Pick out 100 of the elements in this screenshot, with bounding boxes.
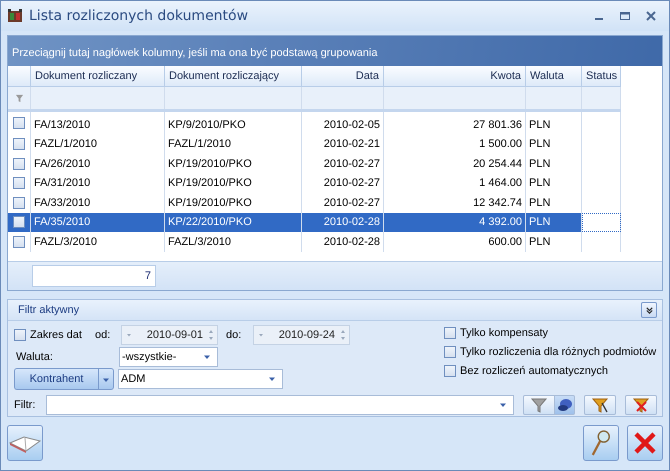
close-button[interactable] xyxy=(627,425,663,461)
table-cell: 1 464.00 xyxy=(479,177,522,190)
table-cell: 20 254.44 xyxy=(473,158,522,170)
window-title: Lista rozliczonych dokumentów xyxy=(29,8,250,24)
column-header[interactable]: Dokument rozliczający xyxy=(164,66,302,86)
table-cell: FAZL/1/2010 xyxy=(168,138,231,150)
table-cell: PLN xyxy=(529,216,550,228)
close-icon[interactable] xyxy=(645,10,657,22)
table-cell: 2010-02-28 xyxy=(324,236,380,248)
caret-icon xyxy=(102,376,110,384)
date-range-label: Zakres dat xyxy=(30,329,83,341)
caret-icon xyxy=(268,375,276,383)
table-cell: 4 392.00 xyxy=(479,216,522,228)
option-label: Bez rozliczeń automatycznych xyxy=(460,365,608,377)
funnel-clear-icon xyxy=(633,397,649,413)
column-header[interactable]: Status xyxy=(582,66,620,86)
checkbox[interactable] xyxy=(444,346,456,358)
table-cell: 600.00 xyxy=(488,236,522,248)
funnel-icon xyxy=(531,397,547,413)
table-cell: 2010-02-27 xyxy=(324,177,380,190)
from-label: od: xyxy=(95,329,112,341)
collapse-button[interactable] xyxy=(641,302,657,318)
checkbox[interactable] xyxy=(444,365,456,377)
funnel-edit-icon xyxy=(592,397,608,413)
table-row[interactable]: FA/31/2010 KP/19/2010/PKO 2010-02-27 1 464.00 PLN xyxy=(8,174,620,193)
table-cell: FA/35/2010 xyxy=(34,216,90,228)
caret-icon xyxy=(125,331,133,339)
table-row[interactable]: FAZL/1/2010 FAZL/1/2010 2010-02-21 1 500.00 PLN xyxy=(8,134,620,154)
table-cell: PLN xyxy=(529,138,550,150)
filter-icon[interactable] xyxy=(14,94,24,103)
table-cell: FA/13/2010 xyxy=(34,118,90,131)
date-from-field[interactable]: 2010-09-01 xyxy=(121,325,218,345)
table-cell: PLN xyxy=(529,118,550,131)
column-header[interactable]: Dokument rozliczany xyxy=(30,66,164,86)
table-cell: PLN xyxy=(529,196,550,209)
filter-label: Filtr: xyxy=(14,399,36,411)
table-cell: 27 801.36 xyxy=(473,118,522,131)
table-cell: PLN xyxy=(529,236,550,248)
table-cell: FAZL/3/2010 xyxy=(168,236,231,248)
app-icon xyxy=(7,8,23,24)
currency-dropdown[interactable]: -wszystkie- xyxy=(119,347,218,367)
option-label: Tylko kompensaty xyxy=(460,327,548,339)
spinner-arrows-icon xyxy=(207,328,215,342)
caret-icon xyxy=(203,353,211,361)
dropdown-button[interactable] xyxy=(98,368,114,390)
table-row[interactable]: FA/35/2010 KP/22/2010/PKO 2010-02-28 4 392.00 PLN xyxy=(8,212,620,232)
table-cell: 2010-02-27 xyxy=(324,158,380,170)
group-by-area: Przeciągnij tutaj nagłówek kolumny, jeśli ma ona być podstawą grupowania xyxy=(8,36,662,66)
checkbox[interactable] xyxy=(13,236,25,248)
checkbox[interactable] xyxy=(13,138,25,150)
currency-label: Waluta: xyxy=(15,351,54,363)
contractor-dropdown[interactable]: ADM xyxy=(118,369,283,389)
checkbox[interactable] xyxy=(14,329,26,341)
book-button[interactable] xyxy=(7,425,43,461)
contractor-button[interactable]: Kontrahent xyxy=(14,368,98,390)
table-row[interactable]: FA/26/2010 KP/19/2010/PKO 2010-02-27 20 254.44 PLN xyxy=(8,154,620,174)
spinner-arrows-icon xyxy=(339,328,347,342)
table-cell: 12 342.74 xyxy=(473,196,522,209)
checkbox[interactable] xyxy=(13,216,25,228)
table-cell: 1 500.00 xyxy=(479,138,522,150)
table-cell: 2010-02-21 xyxy=(324,138,380,150)
maximize-icon[interactable] xyxy=(619,10,631,22)
magnifier-icon xyxy=(590,428,612,458)
table-cell: 2010-02-28 xyxy=(324,216,380,228)
search-button[interactable] xyxy=(583,425,619,461)
checkbox[interactable] xyxy=(13,117,25,130)
column-header[interactable]: Kwota xyxy=(384,66,526,86)
column-header[interactable]: Waluta xyxy=(526,66,582,86)
checkbox[interactable] xyxy=(13,196,25,209)
checkbox[interactable] xyxy=(13,158,25,170)
checkbox[interactable] xyxy=(444,327,456,339)
table-cell: FAZL/3/2010 xyxy=(34,236,97,248)
table-cell: FAZL/1/2010 xyxy=(34,138,97,150)
table-cell: FA/26/2010 xyxy=(34,158,90,170)
pin-icon xyxy=(556,397,572,413)
double-chevron-icon xyxy=(644,306,654,314)
filter-button[interactable] xyxy=(523,395,555,415)
table-cell: FA/31/2010 xyxy=(34,177,90,190)
table-cell: PLN xyxy=(529,177,550,190)
table-cell: PLN xyxy=(529,158,550,170)
table-cell: FA/33/2010 xyxy=(34,196,90,209)
caret-icon xyxy=(257,331,265,339)
table-cell: KP/19/2010/PKO xyxy=(168,177,252,190)
checkbox[interactable] xyxy=(13,177,25,190)
filter-edit-button[interactable] xyxy=(584,395,616,415)
date-to-field[interactable]: 2010-09-24 xyxy=(253,325,350,345)
table-cell: KP/19/2010/PKO xyxy=(168,158,252,170)
caret-icon xyxy=(499,401,507,409)
filter-field[interactable] xyxy=(46,395,514,415)
table-row[interactable]: FAZL/3/2010 FAZL/3/2010 2010-02-28 600.00 PLN xyxy=(8,232,620,252)
filter-title: Filtr aktywny xyxy=(18,304,80,316)
row-count: 7 xyxy=(32,265,156,287)
option-label: Tylko rozliczenia dla różnych podmiotów xyxy=(460,346,656,358)
table-cell: KP/19/2010/PKO xyxy=(168,196,252,209)
table-row[interactable]: FA/13/2010 KP/9/2010/PKO 2010-02-05 27 801.36 PLN xyxy=(8,110,620,134)
table-cell: KP/9/2010/PKO xyxy=(168,118,246,131)
column-header[interactable]: Data xyxy=(302,66,384,86)
table-cell: KP/22/2010/PKO xyxy=(168,216,252,228)
toggle-button[interactable] xyxy=(555,395,575,415)
clear-filter-button[interactable] xyxy=(625,395,657,415)
